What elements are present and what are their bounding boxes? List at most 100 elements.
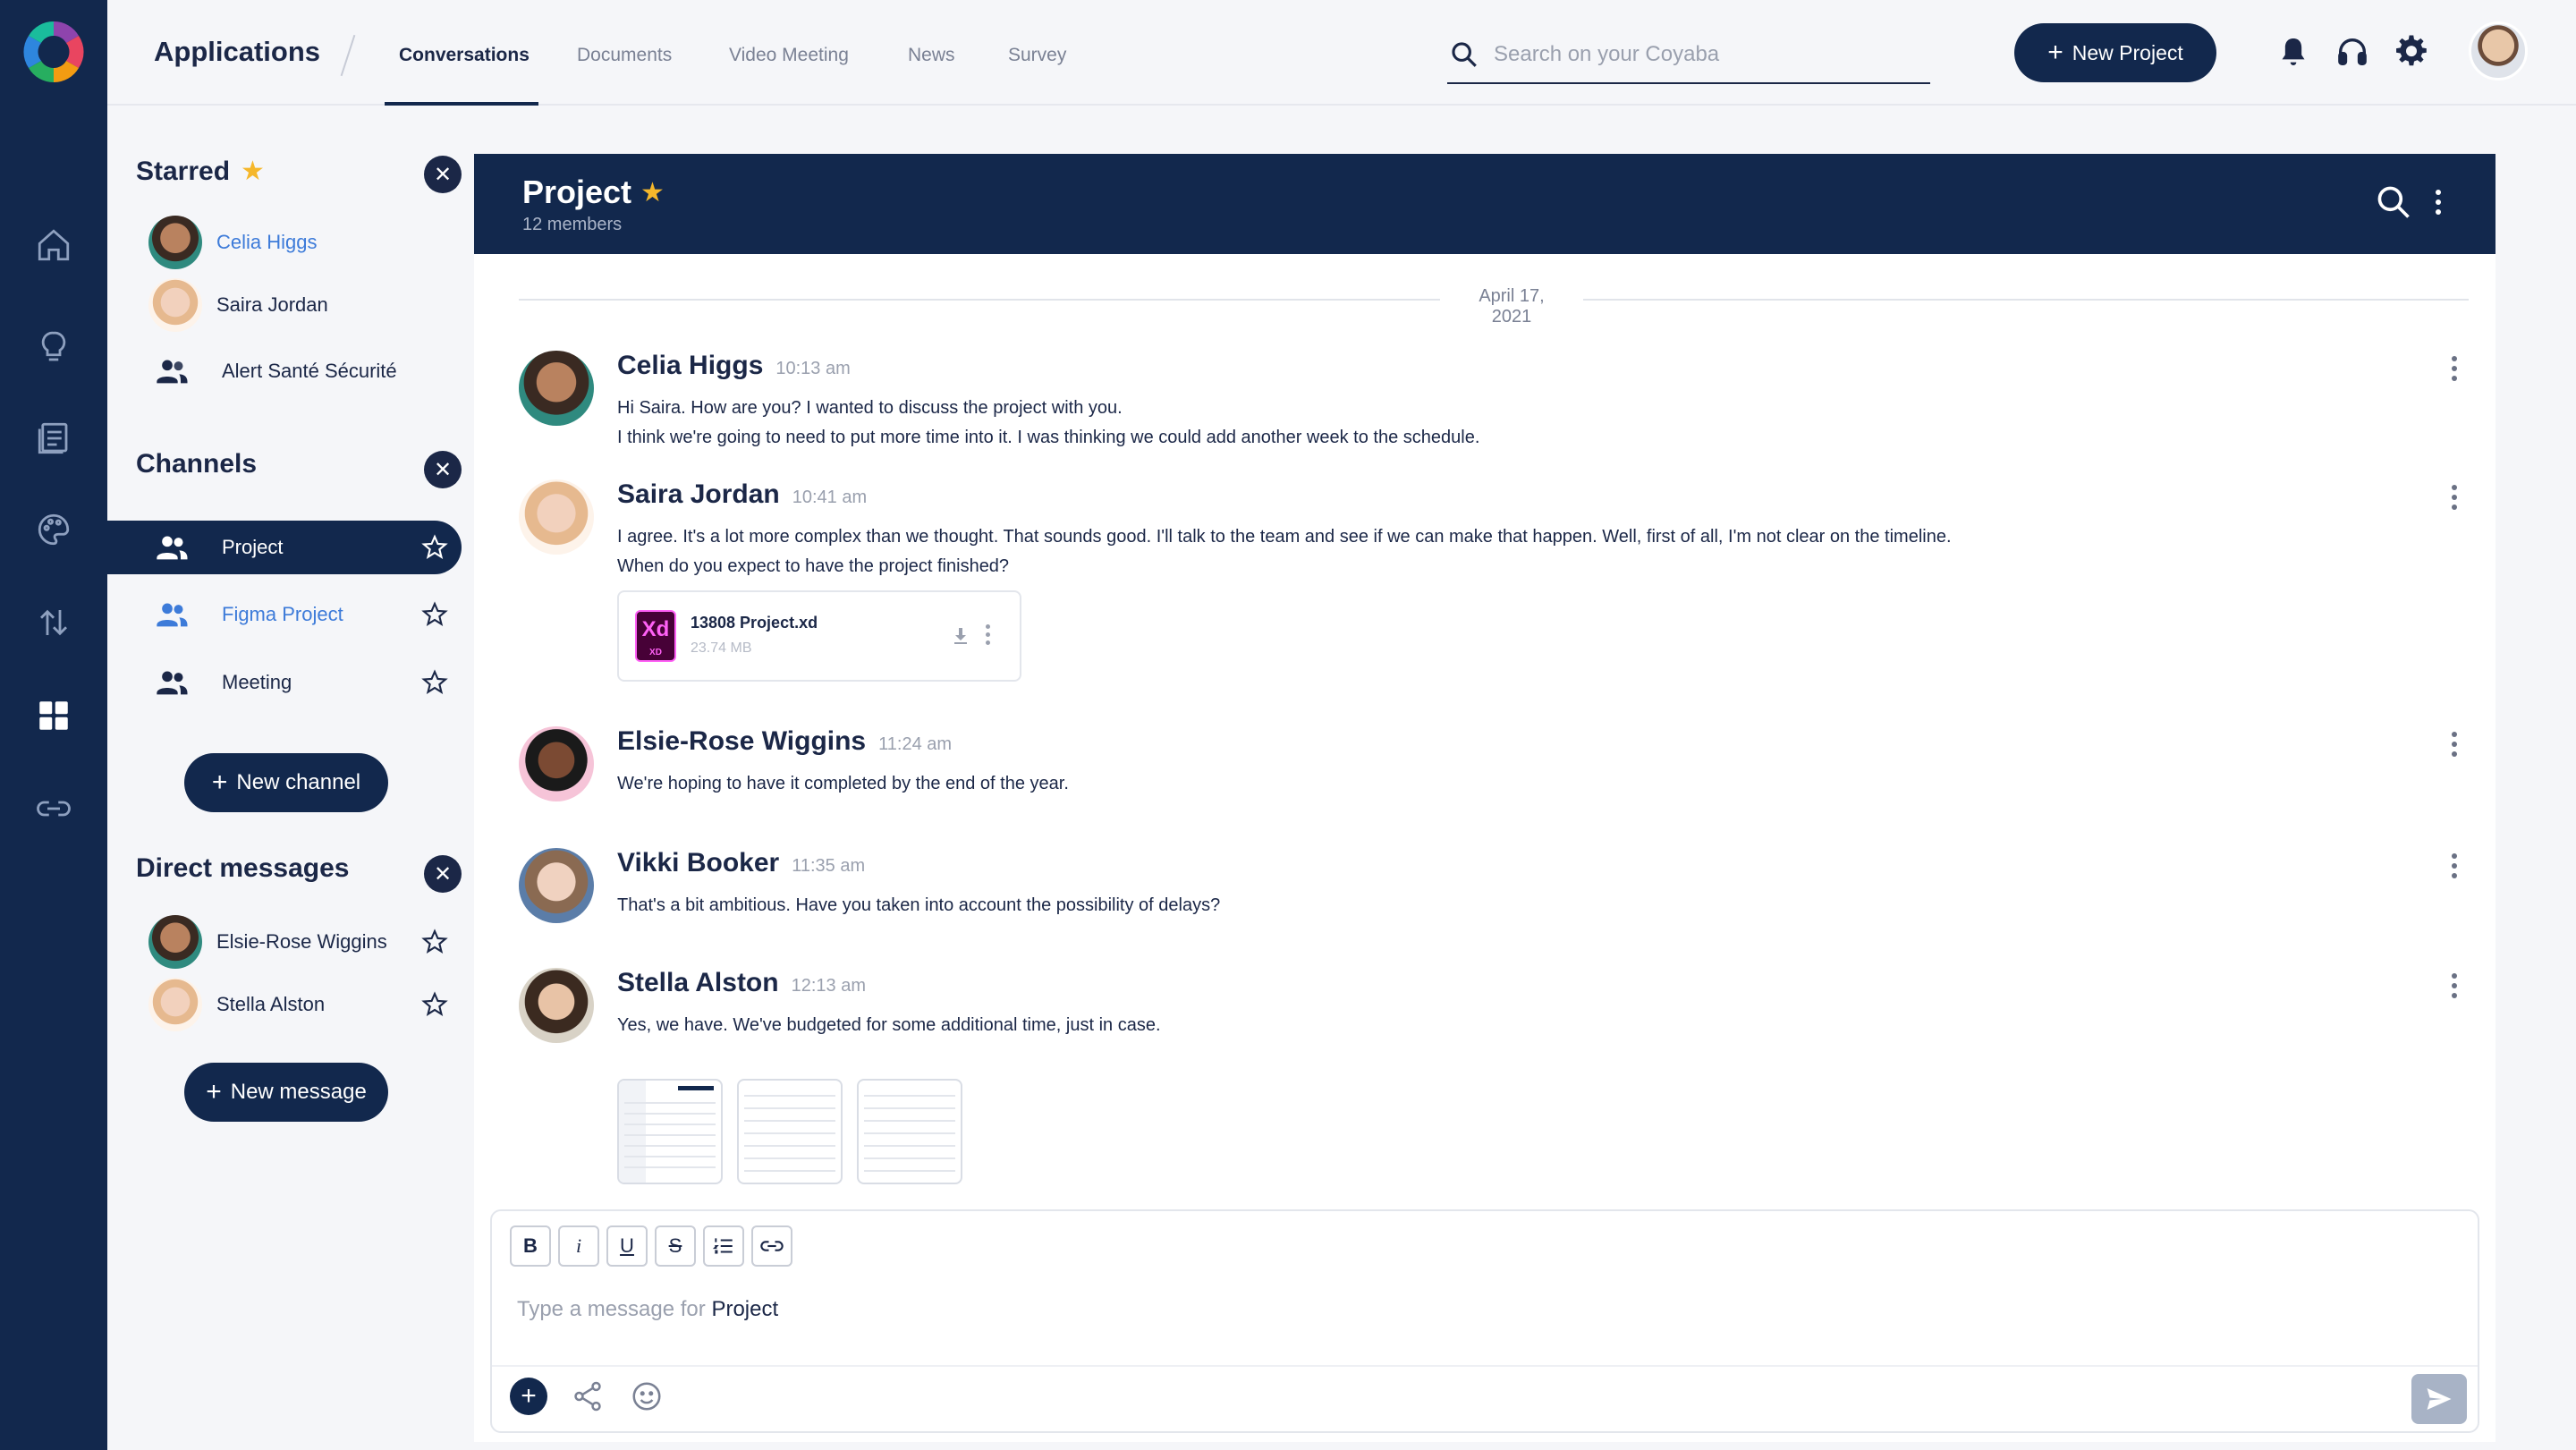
avatar[interactable] (519, 351, 594, 426)
composer-divider (492, 1365, 2478, 1367)
message-options-icon[interactable] (2451, 485, 2458, 512)
image-thumbnail[interactable] (617, 1079, 723, 1184)
add-attachment-button[interactable]: + (510, 1378, 547, 1415)
starred-title: Starred (136, 156, 231, 186)
avatar (148, 978, 202, 1031)
file-type: Xd (641, 617, 670, 641)
message-line: When do you expect to have the project f… (617, 556, 1010, 576)
message-header: Elsie-Rose Wiggins 11:24 am (617, 726, 952, 757)
starred-item-alert-sante-securite[interactable]: Alert Santé Sécurité (107, 345, 462, 397)
channel-item-meeting[interactable]: Meeting (107, 657, 462, 708)
timestamp: 12:13 am (791, 976, 866, 996)
group-icon (154, 353, 208, 389)
avatar[interactable] (519, 968, 594, 1043)
coyaba-logo[interactable] (23, 18, 84, 86)
user-avatar[interactable] (2469, 21, 2528, 81)
image-thumbnail[interactable] (857, 1079, 962, 1184)
search-icon[interactable] (2374, 182, 2413, 222)
palette-icon[interactable] (34, 510, 73, 549)
gear-icon[interactable] (2394, 34, 2429, 70)
starred-collapse-button[interactable]: ✕ (424, 156, 462, 193)
direct-messages-header: Direct messages (136, 853, 349, 884)
group-icon (154, 597, 208, 632)
more-options-icon[interactable] (2429, 190, 2447, 229)
avatar[interactable] (519, 726, 594, 801)
star-outline-icon[interactable] (420, 668, 449, 697)
dm-item-elsie-rose-wiggins[interactable]: Elsie-Rose Wiggins (107, 915, 462, 969)
star-outline-icon[interactable] (420, 600, 449, 629)
dm-item-stella-alston[interactable]: Stella Alston (107, 978, 462, 1031)
bold-button[interactable]: B (510, 1225, 551, 1267)
star-outline-icon[interactable] (420, 990, 449, 1019)
tab-documents[interactable]: Documents (577, 45, 672, 66)
chat-title: Project ★ (522, 174, 665, 211)
title-divider (340, 34, 356, 77)
search-bar (1447, 36, 1930, 84)
underline-button[interactable]: U (606, 1225, 648, 1267)
image-thumbnail[interactable] (737, 1079, 843, 1184)
plus-icon: + (2047, 38, 2063, 67)
lightbulb-icon[interactable] (34, 327, 73, 367)
author-name[interactable]: Saira Jordan (617, 479, 780, 509)
avatar (148, 216, 202, 269)
tab-survey[interactable]: Survey (1008, 45, 1066, 66)
author-name[interactable]: Celia Higgs (617, 351, 763, 380)
message-options-icon[interactable] (2451, 356, 2458, 383)
tab-news[interactable]: News (908, 45, 955, 66)
emoji-icon[interactable] (630, 1379, 664, 1413)
starred-item-celia-higgs[interactable]: Celia Higgs (107, 216, 462, 269)
message-options-icon[interactable] (2451, 973, 2458, 1000)
direct-messages-collapse-button[interactable]: ✕ (424, 855, 462, 893)
starred-item-label: Celia Higgs (216, 231, 318, 253)
channel-item-figma-project[interactable]: Figma Project (107, 589, 462, 640)
tab-conversations[interactable]: Conversations (399, 45, 530, 66)
xd-file-icon: Xd XD (635, 610, 676, 662)
share-icon[interactable] (571, 1379, 605, 1413)
news-icon[interactable] (34, 419, 73, 458)
sort-arrows-icon[interactable] (34, 603, 73, 642)
file-options-icon[interactable] (986, 624, 990, 645)
direct-messages-title: Direct messages (136, 853, 350, 883)
search-icon[interactable] (1449, 39, 1479, 70)
link-icon[interactable] (34, 789, 73, 828)
strikethrough-button[interactable]: S (655, 1225, 696, 1267)
avatar[interactable] (519, 848, 594, 923)
list-button[interactable] (703, 1225, 744, 1267)
send-button[interactable] (2411, 1374, 2467, 1424)
new-message-button[interactable]: + New message (184, 1063, 388, 1122)
star-outline-icon[interactable] (420, 928, 449, 956)
author-name[interactable]: Elsie-Rose Wiggins (617, 726, 866, 756)
download-icon[interactable] (950, 624, 971, 648)
timestamp: 11:35 am (792, 856, 866, 876)
new-project-button[interactable]: + New Project (2014, 23, 2216, 82)
headset-icon[interactable] (2334, 34, 2370, 70)
home-icon[interactable] (34, 225, 73, 265)
side-panel: Starred ★ ✕ Celia Higgs Saira Jordan Ale… (107, 106, 474, 1450)
starred-item-saira-jordan[interactable]: Saira Jordan (107, 278, 462, 332)
dm-item-label: Elsie-Rose Wiggins (216, 930, 387, 953)
message-line: Hi Saira. How are you? I wanted to discu… (617, 398, 1123, 418)
dashboard-icon[interactable] (34, 696, 73, 735)
placeholder-target: Project (711, 1297, 779, 1321)
file-attachment[interactable]: Xd XD 13808 Project.xd 23.74 MB (617, 590, 1021, 682)
star-icon[interactable]: ★ (640, 177, 665, 208)
file-size: 23.74 MB (691, 640, 752, 656)
new-channel-button[interactable]: + New channel (184, 753, 388, 812)
avatar[interactable] (519, 479, 594, 555)
author-name[interactable]: Stella Alston (617, 968, 779, 997)
plus-icon: + (206, 1077, 222, 1107)
author-name[interactable]: Vikki Booker (617, 848, 779, 878)
new-message-label: New message (230, 1080, 367, 1104)
search-input[interactable] (1494, 39, 1914, 70)
star-outline-icon[interactable] (420, 533, 449, 562)
message-input[interactable]: Type a message for Project (517, 1297, 778, 1322)
message-options-icon[interactable] (2451, 853, 2458, 880)
tab-video-meeting[interactable]: Video Meeting (729, 45, 849, 66)
bell-icon[interactable] (2275, 34, 2311, 70)
message-text: I agree. It's a lot more complex than we… (617, 522, 1952, 581)
channel-item-project[interactable]: Project (107, 521, 462, 574)
link-button[interactable] (751, 1225, 792, 1267)
italic-button[interactable]: i (558, 1225, 599, 1267)
message-options-icon[interactable] (2451, 732, 2458, 759)
channels-collapse-button[interactable]: ✕ (424, 451, 462, 488)
